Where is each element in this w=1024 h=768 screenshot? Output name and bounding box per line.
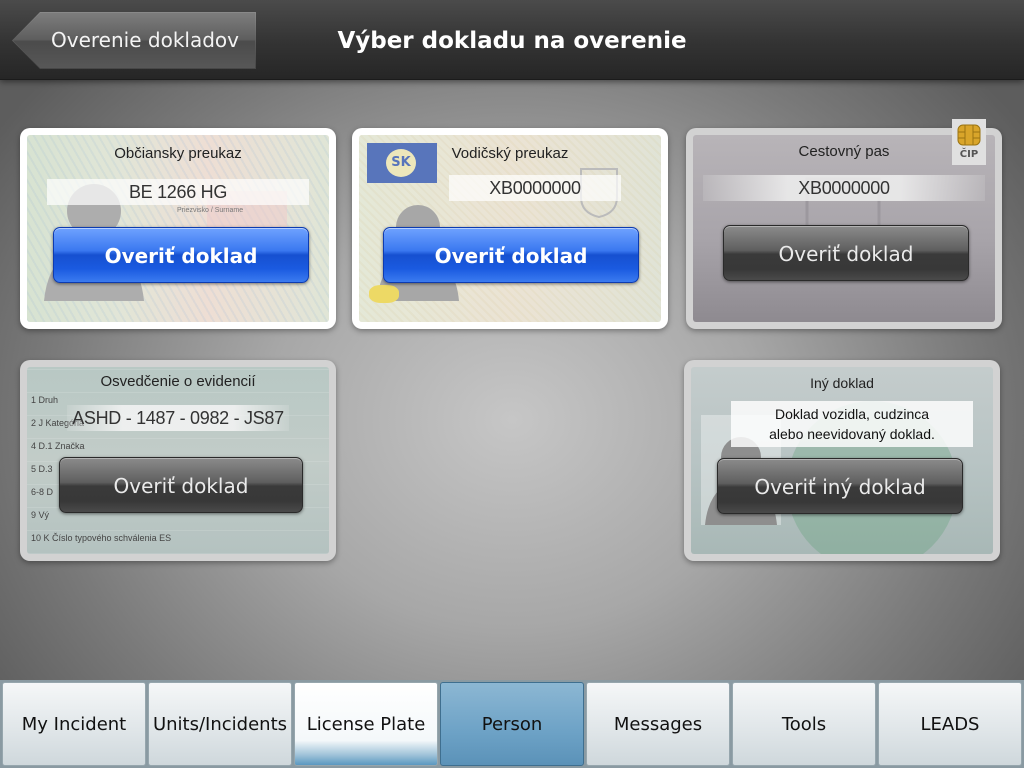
tab-tools[interactable]: Tools: [732, 682, 876, 766]
description-box: Doklad vozidla, cudzinca alebo neevidova…: [731, 401, 973, 447]
top-header: Overenie dokladov Výber dokladu na overe…: [0, 0, 1024, 80]
tab-label: Tools: [781, 713, 827, 735]
tab-leads[interactable]: LEADS: [878, 682, 1022, 766]
verify-id-card-button[interactable]: Overiť doklad: [53, 227, 309, 283]
id-card-image: Priezvisko / Surname Občiansky preukaz B…: [27, 135, 329, 322]
card-title: Vodičský preukaz: [451, 145, 569, 162]
card-title: Osvedčenie o evidencií: [100, 373, 256, 390]
back-button-label: Overenie dokladov: [51, 28, 239, 52]
driver-license-tile[interactable]: SK Vodičský preukaz XB0000000 Overiť dok…: [352, 128, 668, 329]
tab-units-incidents[interactable]: Units/Incidents: [148, 682, 292, 766]
card-title: Iný doklad: [810, 375, 874, 391]
registration-tile[interactable]: 1 Druh 2 J Kategória 4 D.1 Značka 5 D.3 6-8 …: [20, 360, 336, 561]
tab-label: Person: [481, 713, 543, 735]
passport-image: Cestovný pas XB0000000 Overiť doklad: [693, 135, 995, 322]
tab-label: Messages: [613, 713, 703, 735]
passport-number-field: XB0000000: [703, 175, 985, 201]
chip-label: ČIP: [959, 149, 979, 160]
passport-tile[interactable]: Cestovný pas XB0000000 Overiť doklad ČIP: [686, 119, 1002, 329]
id-card-tile[interactable]: Priezvisko / Surname Občiansky preukaz B…: [20, 128, 336, 329]
registration-image: 1 Druh 2 J Kategória 4 D.1 Značka 5 D.3 6-8 …: [27, 367, 329, 554]
tab-person[interactable]: Person: [440, 682, 584, 766]
page-title: Výber dokladu na overenie: [337, 28, 687, 54]
license-number-field: XB0000000: [449, 175, 621, 201]
other-document-image: Iný doklad Doklad vozidla, cudzinca aleb…: [691, 367, 993, 554]
verify-registration-button[interactable]: Overiť doklad: [59, 457, 303, 513]
tab-label: License Plate: [306, 713, 426, 735]
tab-label: Units/Incidents: [152, 713, 288, 735]
description-line-1: Doklad vozidla, cudzinca: [774, 406, 930, 422]
verify-passport-button[interactable]: Overiť doklad: [723, 225, 969, 281]
driver-license-image: SK Vodičský preukaz XB0000000 Overiť dok…: [359, 135, 661, 322]
other-document-tile[interactable]: Iný doklad Doklad vozidla, cudzinca aleb…: [684, 360, 1000, 561]
chip-icon: [957, 124, 981, 146]
bottom-tab-bar: My Incident Units/Incidents License Plat…: [0, 680, 1024, 768]
id-number-field: BE 1266 HG: [47, 179, 309, 205]
tab-my-incident[interactable]: My Incident: [2, 682, 146, 766]
tab-label: My Incident: [21, 713, 127, 735]
verify-other-document-button[interactable]: Overiť iný doklad: [717, 458, 963, 514]
back-button[interactable]: Overenie dokladov: [12, 12, 256, 69]
tab-messages[interactable]: Messages: [586, 682, 730, 766]
card-title: Občiansky preukaz: [114, 145, 242, 162]
tab-license-plate[interactable]: License Plate: [294, 682, 438, 766]
tab-label: LEADS: [920, 713, 980, 735]
registration-number-field: ASHD - 1487 - 0982 - JS87: [67, 405, 289, 431]
description-line-2: alebo neevidovaný doklad.: [769, 426, 935, 442]
chip-badge: ČIP: [952, 119, 986, 165]
card-title: Cestovný pas: [798, 143, 890, 160]
verify-driver-license-button[interactable]: Overiť doklad: [383, 227, 639, 283]
